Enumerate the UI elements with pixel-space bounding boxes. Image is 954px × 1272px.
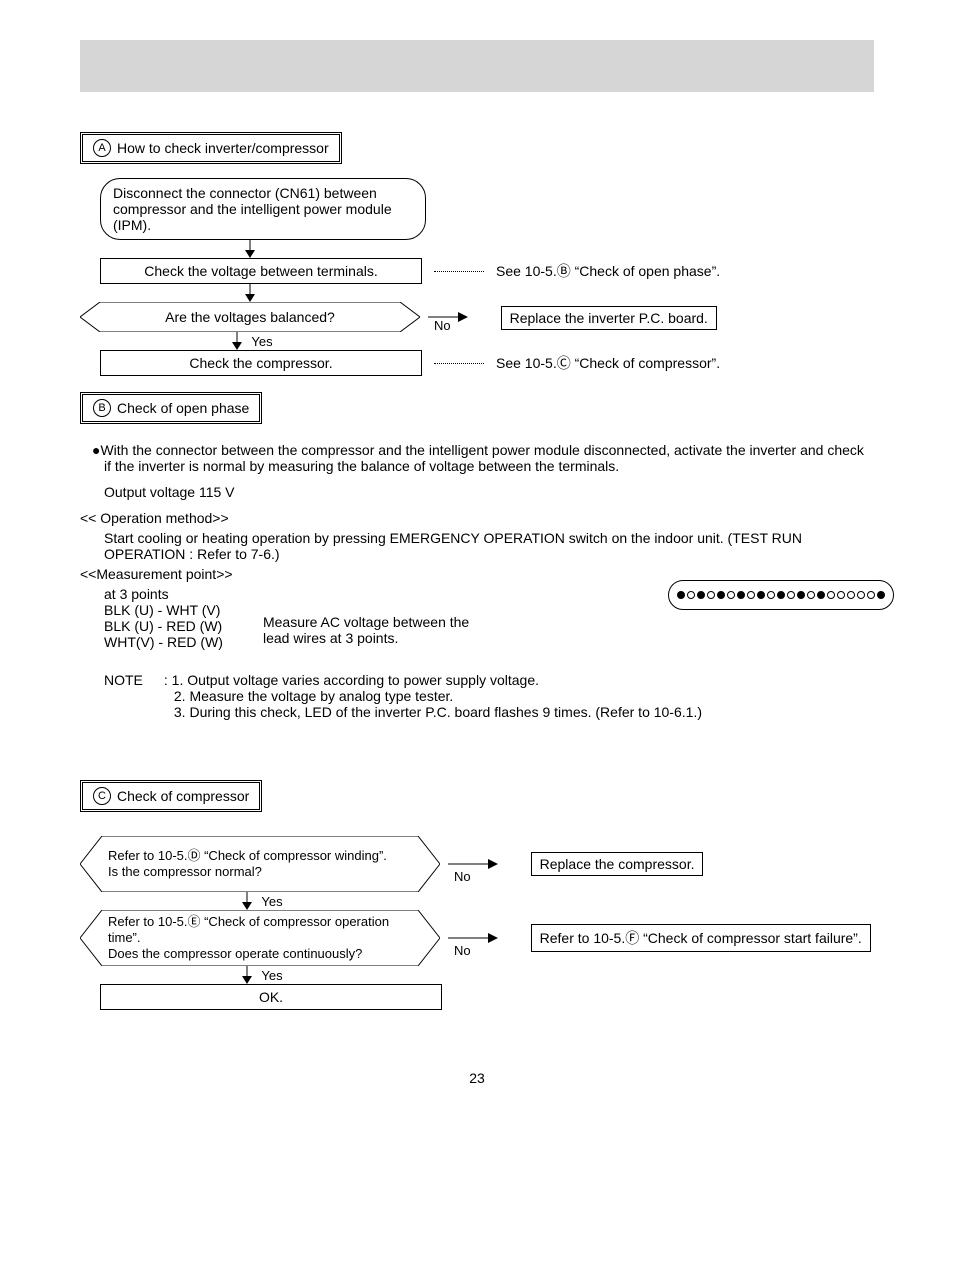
no-label: No	[454, 869, 471, 884]
section-b-label: Check of open phase	[117, 400, 249, 416]
arrow-down-icon	[237, 892, 257, 910]
circle-b-icon: B	[93, 399, 111, 417]
arrow-down-icon	[240, 284, 260, 302]
step-check-voltage-text: Check the voltage between terminals.	[144, 263, 377, 279]
yes-label: Yes	[251, 334, 272, 349]
yes-label: Yes	[261, 968, 282, 983]
circle-c-icon: C	[93, 787, 111, 805]
terminal-diagram	[677, 591, 885, 599]
step-disconnect: Disconnect the connector (CN61) between …	[100, 178, 426, 240]
dotted-connector	[434, 271, 484, 272]
meas-pts-4: WHT(V) - RED (W)	[104, 634, 223, 650]
decision-winding-line1: Refer to 10-5.Ⓓ “Check of compressor win…	[108, 848, 387, 864]
decision-op-line1: Refer to 10-5.Ⓔ “Check of compressor ope…	[108, 914, 412, 947]
decision-winding-line2: Is the compressor normal?	[108, 864, 262, 880]
section-a-label: How to check inverter/compressor	[117, 140, 329, 156]
decision-text: Are the voltages balanced?	[165, 309, 335, 325]
ref-open-phase: See 10-5.Ⓑ “Check of open phase”.	[496, 261, 720, 281]
bullet-with-connector: ●With the connector between the compress…	[80, 442, 874, 474]
decision-voltages-balanced: Are the voltages balanced?	[80, 302, 420, 332]
meas-pts-1: at 3 points	[104, 586, 223, 602]
section-c-title: C Check of compressor	[80, 780, 262, 812]
header-banner	[80, 40, 874, 92]
step-check-compressor-text: Check the compressor.	[189, 355, 332, 371]
op-method-body: Start cooling or heating operation by pr…	[104, 530, 874, 562]
decision-op-line2: Does the compressor operate continuously…	[108, 946, 362, 962]
meas-pts-2: BLK (U) - WHT (V)	[104, 602, 223, 618]
arrow-down-icon	[240, 240, 260, 258]
decision-winding: Refer to 10-5.Ⓓ “Check of compressor win…	[80, 836, 440, 892]
bullet-text: ●With the connector between the compress…	[92, 442, 864, 474]
action-start-failure-text: Refer to 10-5.Ⓕ “Check of compressor sta…	[540, 930, 862, 946]
note-1: : 1. Output voltage varies according to …	[164, 672, 702, 688]
step-ok: OK.	[100, 984, 442, 1010]
section-b-title: B Check of open phase	[80, 392, 262, 424]
section-c-label: Check of compressor	[117, 788, 249, 804]
no-label: No	[454, 943, 471, 958]
no-label: No	[434, 318, 451, 333]
dotted-connector	[434, 363, 484, 364]
yes-label: Yes	[261, 894, 282, 909]
arrow-down-icon	[227, 332, 247, 350]
step-disconnect-text: Disconnect the connector (CN61) between …	[113, 185, 392, 233]
decision-operation-time: Refer to 10-5.Ⓔ “Check of compressor ope…	[80, 910, 440, 966]
action-replace-board-text: Replace the inverter P.C. board.	[510, 310, 708, 326]
meas-pts-3: BLK (U) - RED (W)	[104, 618, 223, 634]
action-replace-compressor: Replace the compressor.	[531, 852, 704, 876]
note-3: 3. During this check, LED of the inverte…	[174, 704, 702, 720]
note-2: 2. Measure the voltage by analog type te…	[174, 688, 702, 704]
terminal-diagram-box	[668, 580, 894, 610]
note-prefix: NOTE	[104, 672, 160, 688]
step-check-compressor: Check the compressor.	[100, 350, 422, 376]
arrow-down-icon	[237, 966, 257, 984]
output-voltage: Output voltage 115 V	[104, 484, 874, 500]
ref-compressor: See 10-5.Ⓒ “Check of compressor”.	[496, 353, 720, 373]
meas-instr: Measure AC voltage between the lead wire…	[263, 614, 483, 650]
section-a-title: A How to check inverter/compressor	[80, 132, 342, 164]
action-replace-board: Replace the inverter P.C. board.	[501, 306, 717, 330]
page-number: 23	[0, 1070, 954, 1086]
action-start-failure: Refer to 10-5.Ⓕ “Check of compressor sta…	[531, 924, 871, 952]
step-ok-text: OK.	[259, 989, 283, 1005]
action-replace-compressor-text: Replace the compressor.	[540, 856, 695, 872]
op-method-header: << Operation method>>	[80, 510, 874, 526]
circle-a-icon: A	[93, 139, 111, 157]
step-check-voltage: Check the voltage between terminals.	[100, 258, 422, 284]
